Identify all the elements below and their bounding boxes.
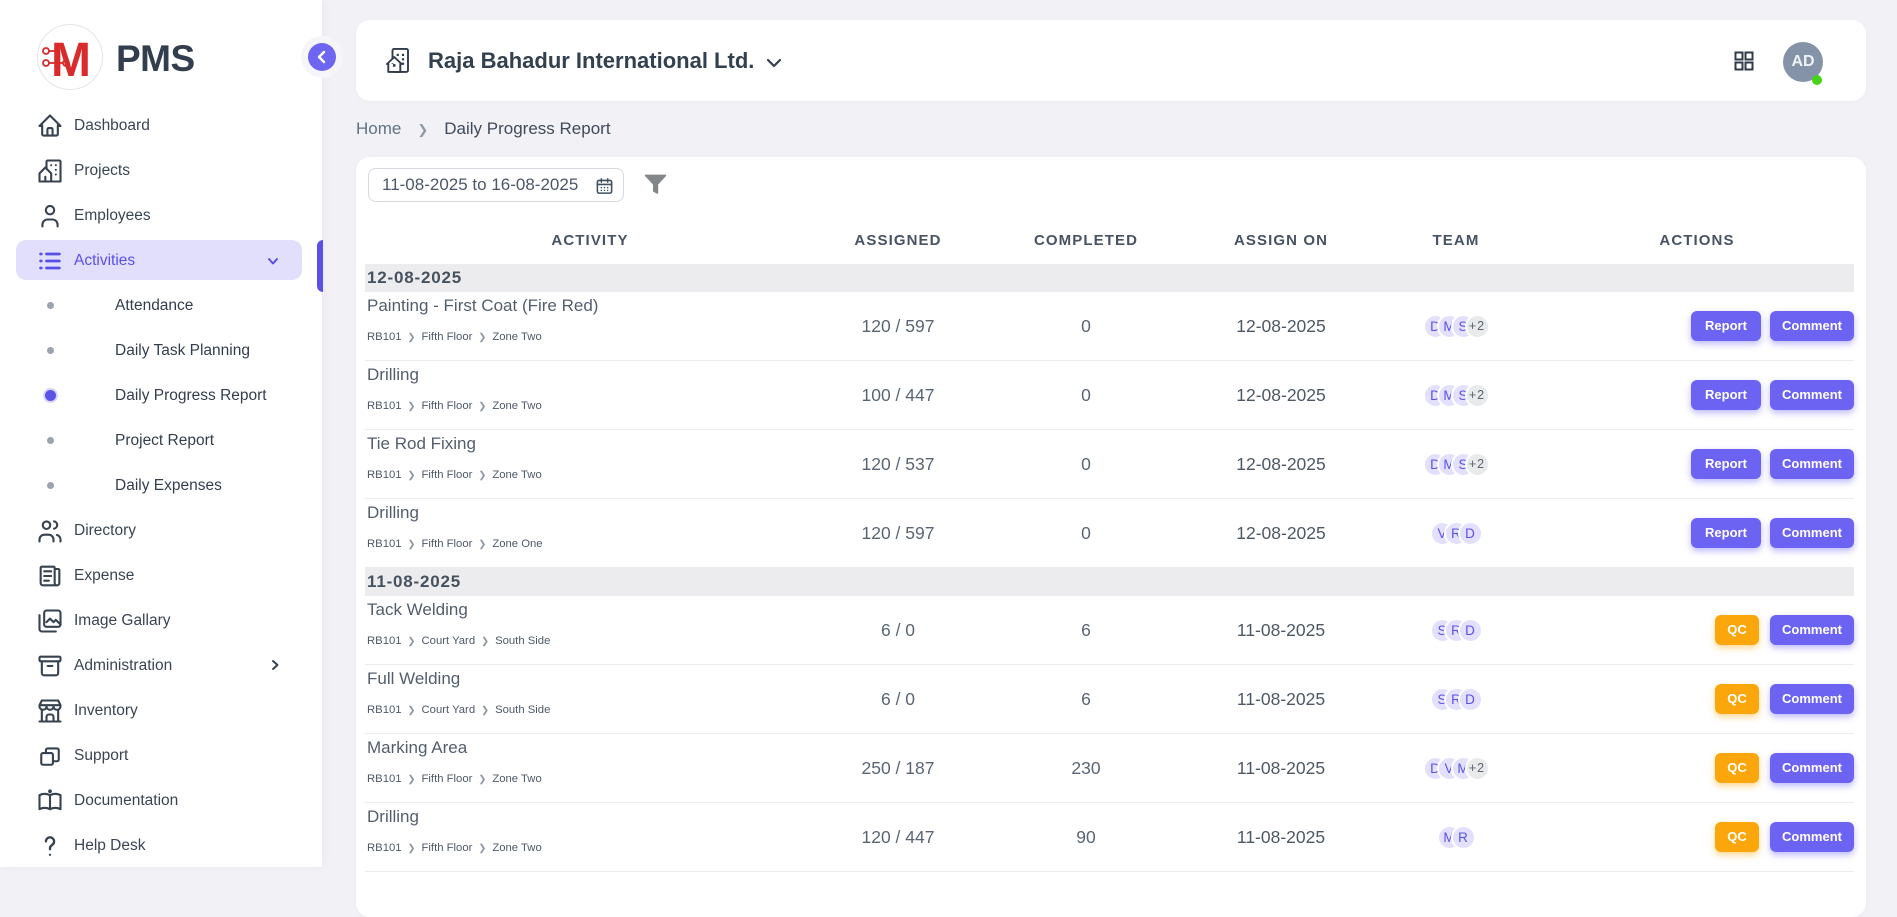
svg-text:M: M bbox=[51, 34, 91, 87]
